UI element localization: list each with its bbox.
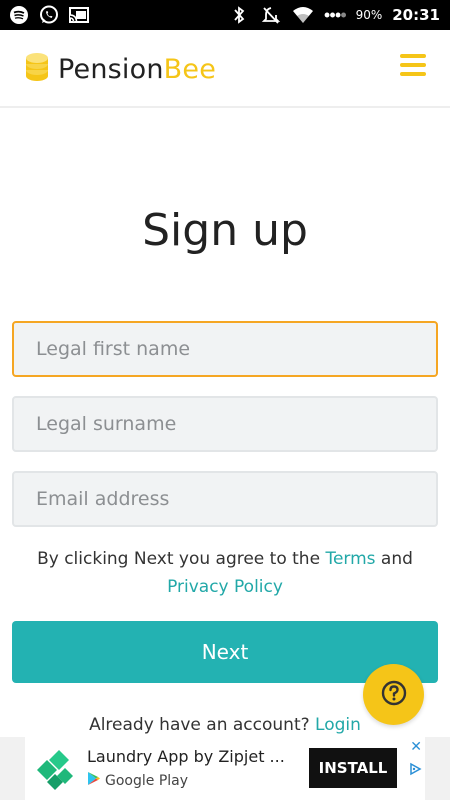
whatsapp-icon	[38, 4, 60, 26]
consent-and: and	[375, 549, 413, 569]
brand-name-part1: Pension	[58, 53, 164, 85]
wifi-icon	[292, 4, 314, 26]
signal-dots-icon	[324, 4, 346, 26]
status-bar: 90% 20:31	[0, 0, 450, 30]
login-link[interactable]: Login	[315, 715, 361, 735]
help-button[interactable]	[363, 664, 424, 725]
email-field[interactable]	[12, 471, 438, 527]
pensionbee-logo[interactable]: PensionBee	[24, 52, 216, 86]
mute-icon	[260, 4, 282, 26]
brand-name: PensionBee	[58, 54, 216, 85]
first-name-field[interactable]	[12, 321, 438, 377]
battery-percent: 90%	[355, 8, 383, 22]
ad-store: Google Play	[87, 771, 188, 790]
terms-link[interactable]: Terms	[325, 549, 375, 569]
login-prompt-text: Already have an account?	[89, 715, 316, 735]
zipjet-logo-icon	[35, 748, 77, 790]
ad-banner: Laundry App by Zipjet ... Google Play IN…	[0, 737, 450, 800]
site-header: PensionBee	[0, 30, 450, 108]
cast-icon	[68, 4, 90, 26]
ad-title: Laundry App by Zipjet ...	[87, 747, 285, 766]
google-play-icon	[87, 771, 101, 790]
spotify-icon	[8, 4, 30, 26]
consent-text: By clicking Next you agree to the Terms …	[20, 545, 430, 601]
page-title: Sign up	[142, 205, 308, 256]
ad-install-button[interactable]: INSTALL	[309, 748, 397, 788]
brand-name-part2: Bee	[163, 53, 217, 85]
consent-prefix: By clicking Next you agree to the	[37, 549, 326, 569]
coin-stack-icon	[24, 52, 50, 86]
privacy-policy-link[interactable]: Privacy Policy	[167, 577, 283, 597]
ad-content[interactable]: Laundry App by Zipjet ... Google Play IN…	[25, 737, 425, 800]
clock: 20:31	[392, 6, 440, 24]
ad-close-icon[interactable]: ✕	[410, 739, 422, 755]
ad-choices-icon[interactable]	[408, 761, 422, 776]
bluetooth-icon	[228, 4, 250, 26]
surname-field[interactable]	[12, 396, 438, 452]
ad-store-name: Google Play	[105, 772, 189, 789]
hamburger-menu-icon[interactable]	[400, 54, 426, 80]
question-mark-icon	[381, 680, 407, 710]
